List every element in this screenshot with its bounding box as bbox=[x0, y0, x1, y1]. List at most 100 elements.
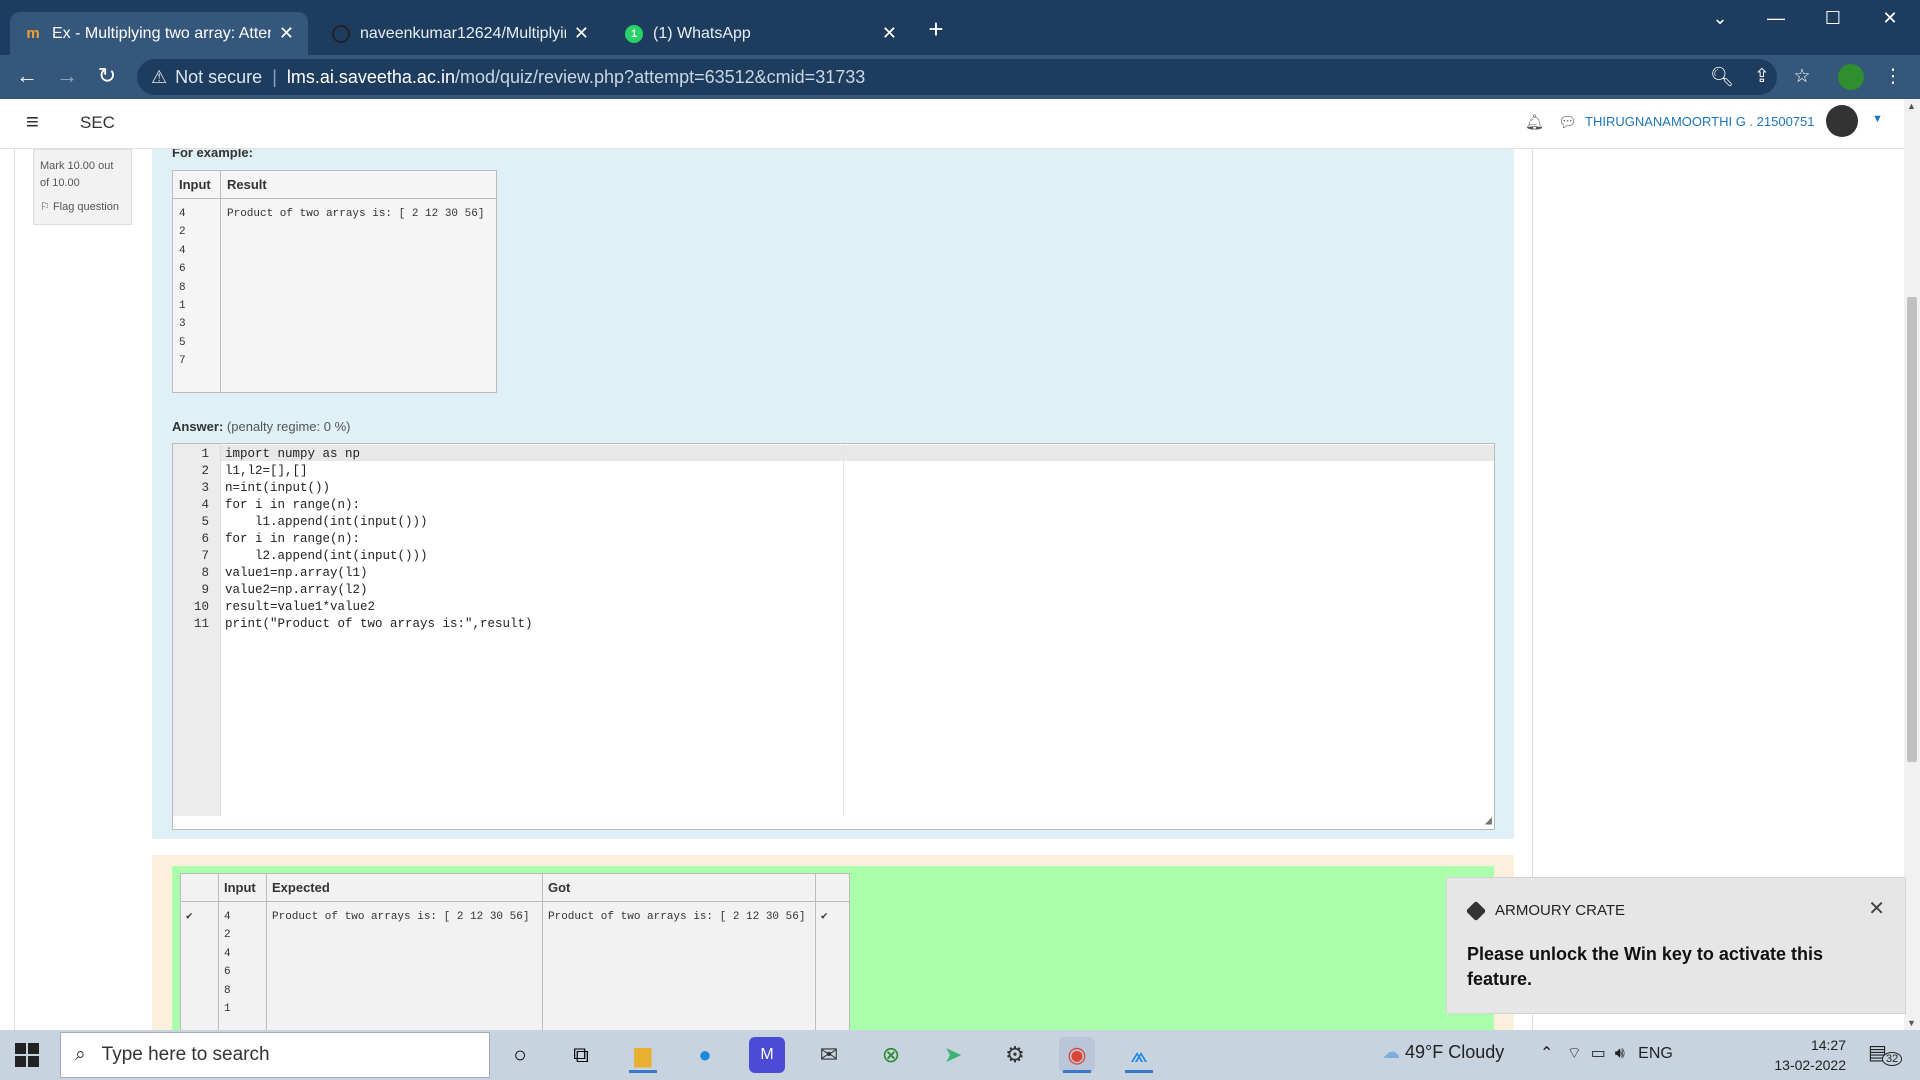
mark-text: Mark 10.00 out of 10.00 bbox=[40, 160, 114, 189]
close-window-button[interactable]: ✕ bbox=[1870, 8, 1910, 29]
network-icon[interactable]: ⌔ bbox=[1567, 1045, 1582, 1062]
forward-arrow-icon[interactable]: → bbox=[52, 63, 82, 89]
line-number: 11 bbox=[193, 617, 209, 631]
tab-whatsapp[interactable]: 1 (1) WhatsApp ✕ bbox=[611, 12, 911, 55]
code-line[interactable]: n=int(input()) bbox=[225, 480, 330, 497]
vscode-icon[interactable]: ⩕ bbox=[1121, 1037, 1157, 1073]
close-tab-icon[interactable]: ✕ bbox=[882, 23, 897, 44]
code-line[interactable]: l1.append(int(input())) bbox=[225, 514, 428, 531]
task-view-icon[interactable]: ⧉ bbox=[563, 1037, 599, 1073]
tab-quiz[interactable]: m Ex - Multiplying two array: Attem ✕ bbox=[10, 12, 308, 55]
line-number: 5 bbox=[201, 515, 209, 529]
mail-icon[interactable]: ✉ bbox=[811, 1037, 847, 1073]
volume-icon[interactable]: 🔊︎ bbox=[1615, 1045, 1625, 1062]
line-number: 9 bbox=[201, 583, 209, 597]
cortana-icon[interactable]: ○ bbox=[502, 1037, 538, 1073]
scrollbar-thumb[interactable] bbox=[1907, 297, 1917, 762]
code-editor[interactable]: 1 2 3 4 5 6 7 8 9 10 11 import numpy as np l1,l2=[]… bbox=[172, 443, 1495, 830]
url-host: lms.ai.saveetha.ac.in bbox=[286, 66, 455, 87]
example-result-cell: Product of two arrays is: [ 2 12 30 56] bbox=[220, 198, 497, 393]
line-number: 7 bbox=[201, 549, 209, 563]
clock-date: 13-02-2022 bbox=[1774, 1057, 1846, 1073]
language-indicator[interactable]: ENG bbox=[1638, 1045, 1673, 1062]
avatar[interactable] bbox=[1826, 105, 1858, 137]
moodle-icon: m bbox=[26, 25, 40, 42]
tab-title: Ex - Multiplying two array: Attem bbox=[52, 24, 271, 42]
code-line[interactable]: value2=np.array(l2) bbox=[225, 582, 368, 599]
notification-toast[interactable]: ARMOURY CRATE ✕ Please unlock the Win ke… bbox=[1446, 877, 1906, 1014]
search-icon: ⌕ bbox=[75, 1044, 86, 1065]
system-tray[interactable]: ⌃ ⌔ ▭ 🔊︎ ENG bbox=[1540, 1043, 1673, 1063]
question-info: Mark 10.00 out of 10.00 ⚐ Flag question bbox=[33, 149, 132, 225]
address-toolbar: ← → ↻ ⚠ Not secure | lms.ai.saveetha.ac.… bbox=[0, 55, 1920, 99]
new-tab-button[interactable]: + bbox=[922, 14, 950, 45]
code-line[interactable]: for i in range(n): bbox=[225, 531, 360, 548]
app-icon[interactable]: M bbox=[749, 1037, 785, 1073]
weather-widget[interactable]: ☁ 49°F Cloudy bbox=[1382, 1042, 1504, 1063]
line-number: 1 bbox=[201, 447, 209, 461]
battery-icon[interactable]: ▭ bbox=[1591, 1045, 1606, 1062]
bell-icon[interactable]: 🔔︎ bbox=[1525, 113, 1544, 131]
notification-center-icon[interactable]: ▤ 32 bbox=[1868, 1040, 1903, 1070]
line-number: 6 bbox=[201, 532, 209, 546]
flag-question-link[interactable]: ⚐ Flag question bbox=[40, 200, 125, 213]
close-icon[interactable]: ✕ bbox=[1868, 896, 1885, 921]
resize-handle-icon[interactable]: ◢ bbox=[1485, 813, 1492, 828]
zoom-icon[interactable]: 🔍︎ bbox=[1709, 65, 1735, 89]
chevron-up-icon[interactable]: ⌃ bbox=[1540, 1045, 1553, 1062]
edge-icon[interactable]: ● bbox=[687, 1037, 723, 1073]
minimize-button[interactable]: — bbox=[1756, 8, 1796, 29]
penalty-text: (penalty regime: 0 %) bbox=[226, 419, 351, 434]
example-result-header: Result bbox=[220, 170, 497, 199]
armoury-crate-icon bbox=[1465, 900, 1487, 922]
code-line[interactable]: import numpy as np bbox=[225, 446, 360, 463]
chrome-icon[interactable]: ◉ bbox=[1059, 1037, 1095, 1073]
reload-icon[interactable]: ↻ bbox=[92, 63, 122, 89]
tab-search-icon[interactable]: ⌄ bbox=[1700, 8, 1740, 29]
result-input-header: Input bbox=[218, 873, 267, 902]
page-scrollbar[interactable]: ▲ ▼ bbox=[1904, 99, 1920, 1030]
windows-start-icon[interactable] bbox=[14, 1042, 40, 1068]
code-line[interactable]: print("Product of two arrays is:",result… bbox=[225, 616, 533, 633]
close-tab-icon[interactable]: ✕ bbox=[574, 23, 589, 44]
example-table: Input Result 4 2 4 6 8 1 3 5 7 Product o… bbox=[172, 170, 497, 393]
menu-dots-icon[interactable]: ⋮ bbox=[1880, 65, 1906, 88]
extension-icon[interactable] bbox=[1838, 64, 1864, 90]
github-icon bbox=[332, 24, 350, 43]
code-line[interactable]: for i in range(n): bbox=[225, 497, 360, 514]
code-line[interactable]: result=value1*value2 bbox=[225, 599, 375, 616]
line-number: 2 bbox=[201, 464, 209, 478]
caret-down-icon[interactable]: ▼ bbox=[1872, 113, 1883, 125]
hamburger-menu-icon[interactable]: ≡ bbox=[26, 109, 39, 135]
taskbar-search[interactable]: ⌕ Type here to search bbox=[60, 1032, 490, 1078]
example-input-header: Input bbox=[172, 170, 221, 199]
file-explorer-icon[interactable]: ▆ bbox=[625, 1037, 661, 1073]
security-label[interactable]: Not secure bbox=[175, 67, 262, 88]
code-line[interactable]: l1,l2=[],[] bbox=[225, 463, 308, 480]
line-number: 4 bbox=[201, 498, 209, 512]
result-expected-cell: Product of two arrays is: [ 2 12 30 56] bbox=[266, 901, 543, 1030]
back-arrow-icon[interactable]: ← bbox=[12, 63, 42, 89]
cloud-icon: ☁ bbox=[1382, 1042, 1400, 1062]
check-icon: ✔ bbox=[815, 901, 850, 1030]
clock[interactable]: 14:27 13-02-2022 bbox=[1760, 1035, 1846, 1075]
share-icon[interactable]: ⇪ bbox=[1749, 65, 1775, 88]
example-input-cell: 4 2 4 6 8 1 3 5 7 bbox=[172, 198, 221, 393]
send-app-icon[interactable]: ➤ bbox=[935, 1037, 971, 1073]
settings-gear-icon[interactable]: ⚙ bbox=[997, 1037, 1033, 1073]
message-icon[interactable]: 💬︎ bbox=[1558, 113, 1577, 131]
weather-text: 49°F Cloudy bbox=[1405, 1042, 1505, 1062]
tab-github[interactable]: naveenkumar12624/Multiplying- ✕ bbox=[318, 12, 603, 55]
xbox-icon[interactable]: ⊗ bbox=[873, 1037, 909, 1073]
maximize-button[interactable]: ☐ bbox=[1813, 8, 1853, 29]
whatsapp-icon: 1 bbox=[625, 24, 643, 43]
search-placeholder: Type here to search bbox=[101, 1044, 270, 1065]
bookmark-star-icon[interactable]: ☆ bbox=[1789, 65, 1815, 88]
site-name[interactable]: SEC bbox=[80, 113, 115, 133]
code-line[interactable]: value1=np.array(l1) bbox=[225, 565, 368, 582]
close-tab-icon[interactable]: ✕ bbox=[279, 23, 294, 44]
user-name[interactable]: THIRUGNANAMOORTHI G . 21500751 bbox=[1585, 114, 1815, 129]
code-line[interactable]: l2.append(int(input())) bbox=[225, 548, 428, 565]
warning-icon[interactable]: ⚠ bbox=[151, 67, 167, 88]
url-bar[interactable]: ⚠ Not secure | lms.ai.saveetha.ac.in /mo… bbox=[137, 59, 1777, 95]
